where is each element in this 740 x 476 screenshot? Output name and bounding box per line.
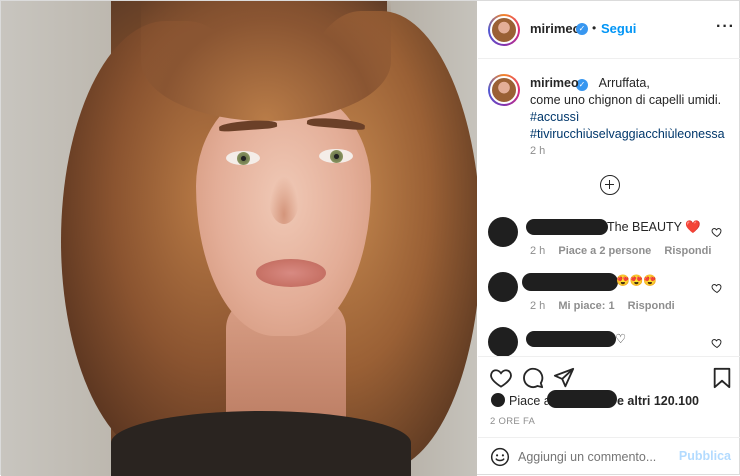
likes-count[interactable]: e altri 120.100: [617, 394, 699, 408]
photo-hair-top: [141, 1, 391, 121]
load-more-comments-icon[interactable]: [600, 175, 620, 195]
heart-icon[interactable]: [711, 226, 723, 238]
comment-text: ♡: [615, 332, 627, 346]
photo-lips: [256, 259, 326, 287]
caption-text-line1: Arruffata,: [598, 76, 650, 90]
comment-avatar[interactable]: [488, 217, 518, 247]
comment-likes[interactable]: Mi piace: 1: [558, 300, 614, 312]
comment-text: The BEAUTY ❤️: [607, 220, 701, 234]
photo-eye-right: [319, 149, 353, 163]
caption: mirimeo Arruffata, come uno chignon di ca…: [530, 75, 730, 143]
comment-time: 2 h: [530, 300, 546, 312]
post-photo[interactable]: [1, 1, 477, 476]
reply-button[interactable]: Rispondi: [664, 245, 711, 257]
heart-icon[interactable]: [711, 282, 723, 294]
caption-first-line: mirimeo Arruffata,: [530, 75, 730, 92]
comment-meta: 2 h Piace a 2 persone Rispondi: [530, 245, 721, 257]
follow-button[interactable]: Segui: [601, 21, 636, 36]
comment-bar: Pubblica: [478, 437, 740, 476]
avatar-image: [490, 16, 518, 44]
share-icon[interactable]: [553, 367, 575, 389]
post-time: 2 ORE FA: [490, 416, 536, 427]
bookmark-icon[interactable]: [712, 367, 732, 389]
emoji-icon[interactable]: [490, 447, 510, 467]
more-options-icon[interactable]: ···: [716, 18, 735, 36]
caption-username[interactable]: mirimeo: [530, 76, 579, 90]
comment-text: 😍😍😍: [616, 275, 658, 287]
header-username[interactable]: mirimeo: [530, 21, 581, 36]
post-comment-button[interactable]: Pubblica: [679, 449, 731, 463]
comment-icon[interactable]: [522, 367, 544, 389]
caption-avatar-image: [490, 76, 518, 104]
heart-icon[interactable]: [711, 337, 723, 349]
caption-time: 2 h: [530, 145, 546, 157]
comment-meta: 2 h Mi piace: 1 Rispondi: [530, 300, 685, 312]
caption-text-line2: come uno chignon di capelli umidi.: [530, 93, 722, 107]
redacted-username: [526, 331, 616, 347]
comment-likes[interactable]: Piace a 2 persone: [558, 245, 651, 257]
post-header: mirimeo ✓ • Segui ···: [478, 1, 740, 59]
caption-avatar[interactable]: [488, 74, 520, 106]
header-separator: •: [592, 21, 597, 35]
comment-time: 2 h: [530, 245, 546, 257]
photo-eye-left: [226, 151, 260, 165]
comment-avatar[interactable]: [488, 327, 518, 357]
redacted-username: [522, 273, 618, 291]
photo-nose: [269, 176, 299, 224]
comment-avatar[interactable]: [488, 272, 518, 302]
comment-input[interactable]: [518, 450, 678, 464]
redacted-liker-name: [547, 390, 617, 408]
hashtag-link[interactable]: #tivirucchiùselvaggiacchiùleonessa: [530, 126, 730, 143]
reply-button[interactable]: Rispondi: [628, 300, 675, 312]
verified-badge-icon: ✓: [576, 23, 588, 35]
redacted-username: [526, 219, 608, 235]
post-container: mirimeo ✓ • Segui ··· ✓ mirimeo Arruffata…: [0, 0, 740, 476]
liker-avatar[interactable]: [490, 392, 506, 408]
photo-shirt: [111, 411, 411, 476]
heart-icon[interactable]: [490, 368, 512, 388]
likes-prefix: Piace a: [509, 394, 551, 408]
avatar[interactable]: [488, 14, 520, 46]
hashtag-link[interactable]: #accussì: [530, 109, 730, 126]
